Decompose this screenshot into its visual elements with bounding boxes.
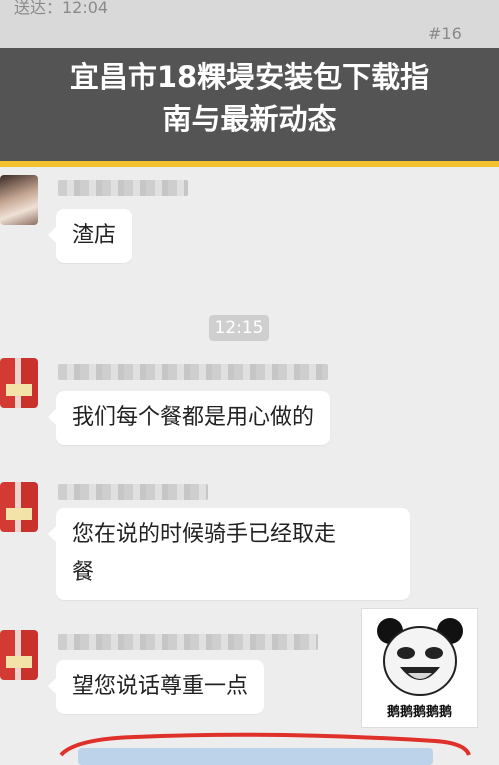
title-banner: 宜昌市18粿埐安装包下载指 南与最新动态 [0,48,499,161]
panda-sticker[interactable]: 鹅鹅鹅鹅鹅 [361,608,478,728]
sticker-caption: 鹅鹅鹅鹅鹅 [386,705,452,720]
avatar-customer[interactable] [0,175,38,225]
sender-name-blurred [58,180,188,196]
message-bubble-2[interactable]: 我们每个餐都是用心做的 [47,391,331,445]
banner-title: 宜昌市18粿埐安装包下载指 南与最新动态 [0,56,499,140]
faint-tag-text: #16 [428,24,462,43]
message-bubble-3[interactable]: 您在说的时候骑手已经取走 餐 [48,508,410,600]
message-bubble-1[interactable]: 渣店 [47,209,133,263]
banner-title-line1: 宜昌市18粿埐安装包下载指 [69,60,430,94]
avatar-merchant[interactable] [0,358,38,408]
faint-time-text: 送达：12:04 [14,0,109,17]
panda-face-icon [377,618,463,696]
message-text-line1: 您在说的时候骑手已经取走 [72,522,337,547]
sender-name-blurred [58,634,318,650]
avatar-merchant[interactable] [0,630,38,680]
avatar-merchant[interactable] [0,482,38,532]
message-text-line2: 餐 [72,560,95,585]
sender-name-blurred [58,484,208,500]
timestamp-chip: 12:15 [209,315,269,341]
message-text: 渣店 [72,223,117,248]
message-bubble-4[interactable]: 望您说话尊重一点 [47,660,265,714]
red-annotation-scribble [59,732,471,757]
message-text: 我们每个餐都是用心做的 [72,405,315,430]
sender-name-blurred [58,364,328,380]
banner-title-line2: 南与最新动态 [162,102,337,136]
message-text: 望您说话尊重一点 [72,674,249,699]
